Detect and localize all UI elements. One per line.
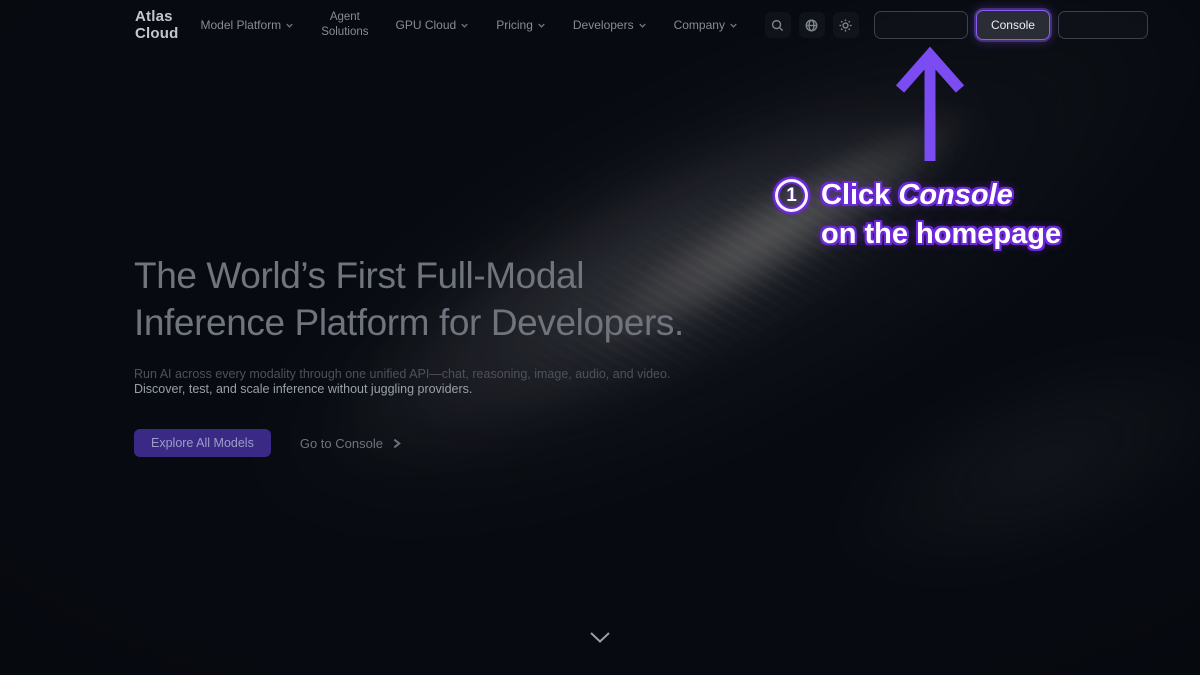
nav-right-cluster: Console — [765, 10, 1148, 40]
theme-sun-icon — [838, 18, 853, 33]
nav-item-model-platform[interactable]: Model Platform — [200, 18, 294, 32]
hero-title-line1: The World’s First Full-Modal — [134, 252, 684, 299]
hero-title-line2: Inference Platform for Developers. — [134, 299, 684, 346]
chevron-down-icon — [537, 21, 546, 30]
nav-item-gpu-cloud[interactable]: GPU Cloud — [396, 18, 470, 32]
nav-outline-button-left[interactable] — [874, 11, 968, 39]
arrow-up-icon — [893, 46, 967, 164]
chevron-down-icon — [729, 21, 738, 30]
nav-item-label: Pricing — [496, 18, 533, 32]
chevron-down-icon — [460, 21, 469, 30]
search-icon — [770, 18, 785, 33]
annotation-text: Click Console on the homepage — [821, 176, 1061, 254]
nav-item-agent-solutions[interactable]: Agent Solutions — [321, 10, 368, 40]
top-nav: Atlas Cloud Model Platform Agent Solutio… — [0, 0, 1200, 50]
explore-all-models-button[interactable]: Explore All Models — [134, 429, 271, 457]
globe-icon — [804, 18, 819, 33]
hero-cta-row: Explore All Models Go to Console — [134, 429, 684, 457]
annotation-text-line2: on the homepage — [821, 218, 1061, 250]
chevron-down-icon — [638, 21, 647, 30]
hero-subtitle-line1: Run AI across every modality through one… — [134, 367, 684, 382]
console-button[interactable]: Console — [976, 10, 1050, 40]
annotation-step: 1 Click Console on the homepage — [775, 176, 1061, 254]
nav-item-label: Agent Solutions — [321, 10, 368, 40]
annotation-arrow-up — [893, 46, 967, 169]
hero-section: The World’s First Full-Modal Inference P… — [134, 252, 684, 457]
chevron-down-icon — [285, 21, 294, 30]
nav-item-label: Company — [674, 18, 725, 32]
nav-outline-button-right[interactable] — [1058, 11, 1148, 39]
annotation-text-emphasis: Console — [898, 179, 1012, 211]
nav-item-company[interactable]: Company — [674, 18, 738, 32]
hero-title: The World’s First Full-Modal Inference P… — [134, 252, 684, 346]
language-button[interactable] — [799, 12, 825, 38]
scroll-down-button[interactable] — [587, 630, 613, 650]
nav-item-label: GPU Cloud — [396, 18, 457, 32]
step-number-badge: 1 — [775, 179, 808, 212]
nav-item-pricing[interactable]: Pricing — [496, 18, 546, 32]
step-number: 1 — [786, 185, 797, 207]
go-to-console-label: Go to Console — [300, 436, 383, 451]
theme-toggle-button[interactable] — [833, 12, 859, 38]
brand-logo[interactable]: Atlas Cloud — [135, 8, 178, 42]
chevron-down-icon — [587, 630, 613, 645]
homepage: Atlas Cloud Model Platform Agent Solutio… — [0, 0, 1200, 675]
annotation-text-before: Click — [821, 179, 890, 211]
search-button[interactable] — [765, 12, 791, 38]
hero-subtitle: Run AI across every modality through one… — [134, 367, 684, 397]
hero-subtitle-line2: Discover, test, and scale inference with… — [134, 382, 684, 397]
nav-item-developers[interactable]: Developers — [573, 18, 647, 32]
nav-item-label: Developers — [573, 18, 634, 32]
nav-item-label: Model Platform — [200, 18, 281, 32]
go-to-console-link[interactable]: Go to Console — [300, 436, 402, 451]
chevron-right-icon — [391, 438, 402, 449]
